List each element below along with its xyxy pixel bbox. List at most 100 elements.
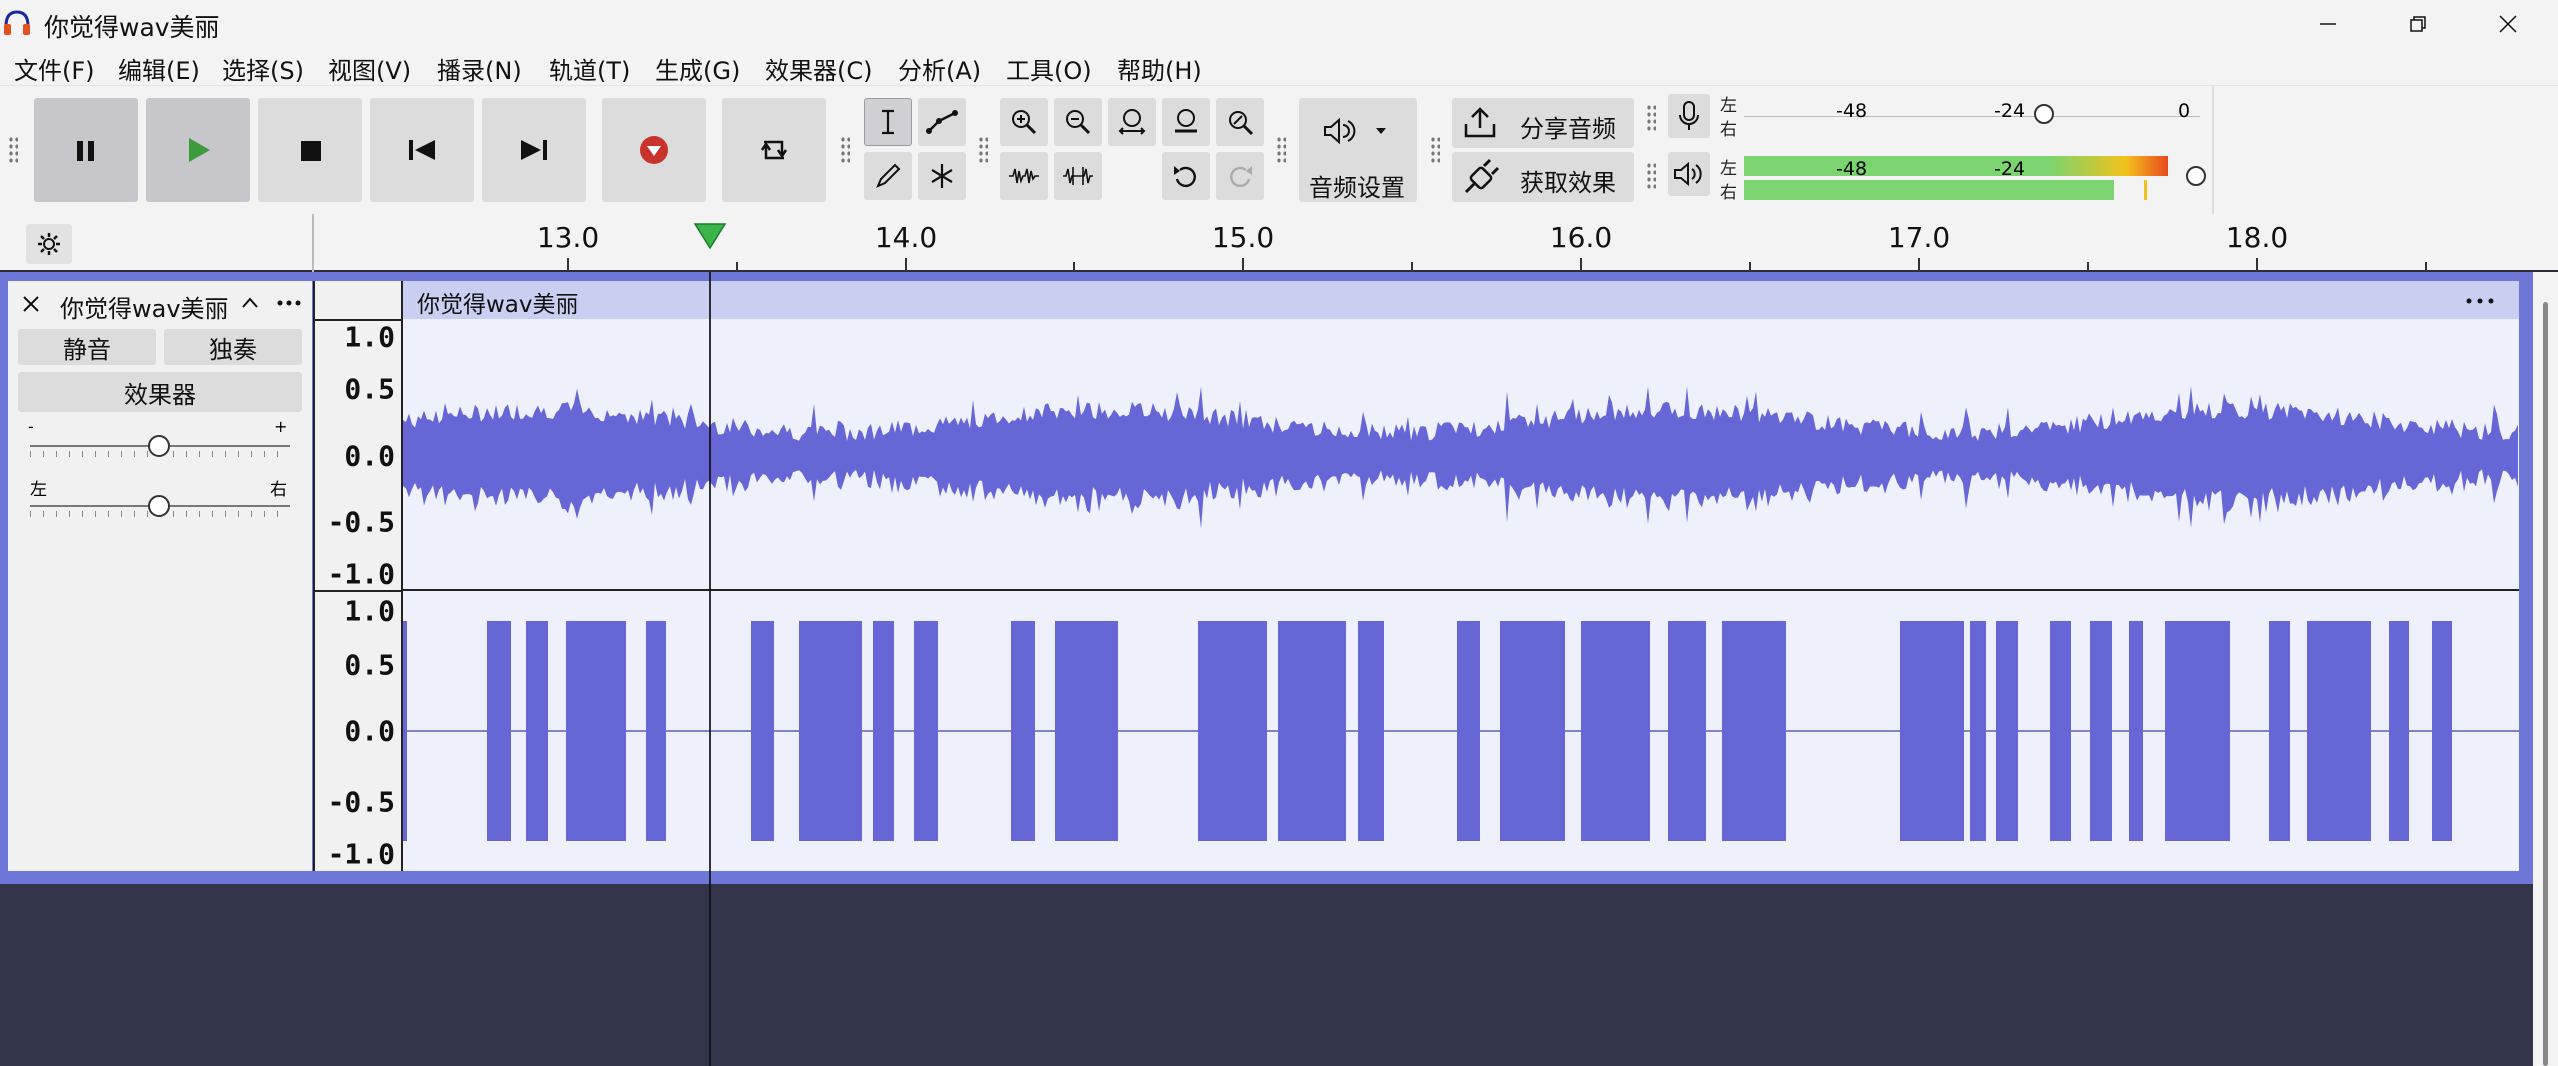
waveform-block (2165, 621, 2230, 841)
maximize-button[interactable] (2378, 0, 2458, 47)
silence-button[interactable] (1054, 152, 1102, 200)
scrollbar-thumb[interactable] (2543, 302, 2548, 1066)
timeline-ruler[interactable]: 13.0 14.0 15.0 16.0 17.0 18.0 (0, 214, 2558, 272)
audio-setup-grip[interactable] (1276, 136, 1286, 164)
envelope-tool-button[interactable] (918, 98, 966, 146)
undo-button[interactable] (1162, 152, 1210, 200)
minimize-button[interactable] (2288, 0, 2368, 47)
gain-slider-knob[interactable] (148, 435, 170, 457)
waveform-block (2050, 621, 2071, 841)
share-audio-label: 分享音频 (1520, 115, 1616, 143)
waveform-block (2307, 621, 2371, 841)
menu-generate[interactable]: 生成(G) (655, 51, 740, 86)
zoom-toggle-button[interactable] (1216, 98, 1264, 146)
waveform-block (1358, 621, 1384, 841)
track-name[interactable]: 你觉得wav美丽 (60, 289, 229, 324)
waveform-block (403, 621, 407, 841)
audio-setup-label: 音频设置 (1309, 174, 1405, 202)
minimize-icon (2320, 22, 2336, 25)
playback-meter[interactable]: -48 -24 (1744, 156, 2206, 200)
edit-grip[interactable] (978, 136, 988, 164)
trim-button[interactable] (1000, 152, 1048, 200)
playhead-marker[interactable] (693, 223, 727, 250)
more-icon[interactable] (276, 299, 302, 307)
get-effects-button[interactable]: 获取效果 (1452, 152, 1634, 202)
vertical-scrollbar[interactable] (2533, 272, 2558, 1066)
playback-meter-left-label: 左 (1720, 159, 1737, 179)
chevron-up-icon[interactable] (240, 295, 260, 311)
record-meter-grip[interactable] (1646, 104, 1656, 132)
pan-slider-knob[interactable] (148, 495, 170, 517)
scale-label: 0.0 (344, 714, 395, 748)
multi-tool-button[interactable] (918, 152, 966, 200)
record-meter[interactable]: -48 -24 0 (1744, 94, 2200, 138)
ruler-ticks (567, 223, 2427, 272)
fit-project-icon (1175, 109, 1197, 133)
loop-button[interactable] (722, 98, 826, 202)
redo-icon (1230, 166, 1252, 188)
fit-selection-button[interactable] (1108, 98, 1156, 146)
record-meter-right-label: 右 (1720, 120, 1737, 140)
fit-project-button[interactable] (1162, 98, 1210, 146)
record-meter-button[interactable] (1668, 94, 1710, 138)
tools-grip[interactable] (840, 136, 850, 164)
waveform-block (1198, 621, 1267, 841)
speaker-icon (1674, 161, 1702, 187)
menu-analyze[interactable]: 分析(A) (898, 51, 981, 86)
toolbar-grip[interactable] (8, 136, 18, 164)
play-meter-grip[interactable] (1646, 162, 1656, 190)
menu-edit[interactable]: 编辑(E) (118, 51, 200, 86)
record-gain-slider-knob[interactable] (2034, 104, 2054, 124)
multi-tool-icon (931, 164, 953, 188)
share-audio-button[interactable]: 分享音频 (1452, 98, 1634, 148)
skip-to-end-button[interactable] (482, 98, 586, 202)
amplitude-scale[interactable]: 1.0 0.5 0.0 -0.5 -1.0 1.0 0.5 0.0 -0.5 -… (313, 281, 403, 871)
play-button[interactable] (146, 98, 250, 202)
playback-meter-right-label: 右 (1720, 183, 1737, 203)
menu-tools[interactable]: 工具(O) (1006, 51, 1092, 86)
waveform-block (526, 621, 548, 841)
playback-gain-slider-knob[interactable] (2186, 166, 2206, 186)
menu-file[interactable]: 文件(F) (14, 51, 95, 86)
menu-help[interactable]: 帮助(H) (1117, 51, 1202, 86)
playback-peak-marker (2144, 180, 2147, 200)
menu-select[interactable]: 选择(S) (222, 51, 304, 86)
scale-label: -0.5 (327, 785, 395, 819)
redo-button[interactable] (1216, 152, 1264, 200)
solo-button[interactable]: 独奏 (164, 329, 302, 365)
record-icon (640, 136, 668, 164)
stop-button[interactable] (258, 98, 362, 202)
close-button[interactable] (2468, 0, 2548, 47)
effects-button[interactable]: 效果器 (18, 372, 302, 412)
record-button[interactable] (602, 98, 706, 202)
playback-meter-tick: -24 (1994, 158, 2026, 180)
skip-to-start-button[interactable] (370, 98, 474, 202)
close-icon[interactable] (22, 295, 40, 313)
waveform[interactable] (403, 281, 2519, 871)
pause-button[interactable] (34, 98, 138, 202)
menu-view[interactable]: 视图(V) (328, 51, 411, 86)
waveform-block (2389, 621, 2409, 841)
playback-meter-button[interactable] (1668, 152, 1710, 196)
playback-meter-left-bar (1744, 156, 2168, 176)
speaker-icon (1324, 117, 1386, 145)
playback-cursor[interactable] (709, 272, 711, 1066)
menu-tracks[interactable]: 轨道(T) (549, 51, 630, 86)
waveform-block (1500, 621, 1565, 841)
waveform-block (1668, 621, 1706, 841)
mute-button[interactable]: 静音 (18, 329, 156, 365)
share-grip[interactable] (1430, 136, 1440, 164)
selection-tool-button[interactable] (864, 98, 912, 146)
waveform-block (2090, 621, 2112, 841)
zoom-in-button[interactable] (1000, 98, 1048, 146)
zoom-out-button[interactable] (1054, 98, 1102, 146)
audio-setup-button[interactable]: 音频设置 (1299, 98, 1417, 202)
menu-record[interactable]: 播录(N) (437, 51, 522, 86)
pause-icon (77, 141, 94, 161)
draw-tool-button[interactable] (864, 152, 912, 200)
audio-clip[interactable]: 你觉得wav美丽 (401, 281, 2519, 871)
record-meter-tick: 0 (2178, 100, 2191, 122)
maximize-icon (2410, 15, 2426, 32)
draw-tool-icon (876, 163, 901, 188)
menu-effect[interactable]: 效果器(C) (765, 51, 872, 86)
